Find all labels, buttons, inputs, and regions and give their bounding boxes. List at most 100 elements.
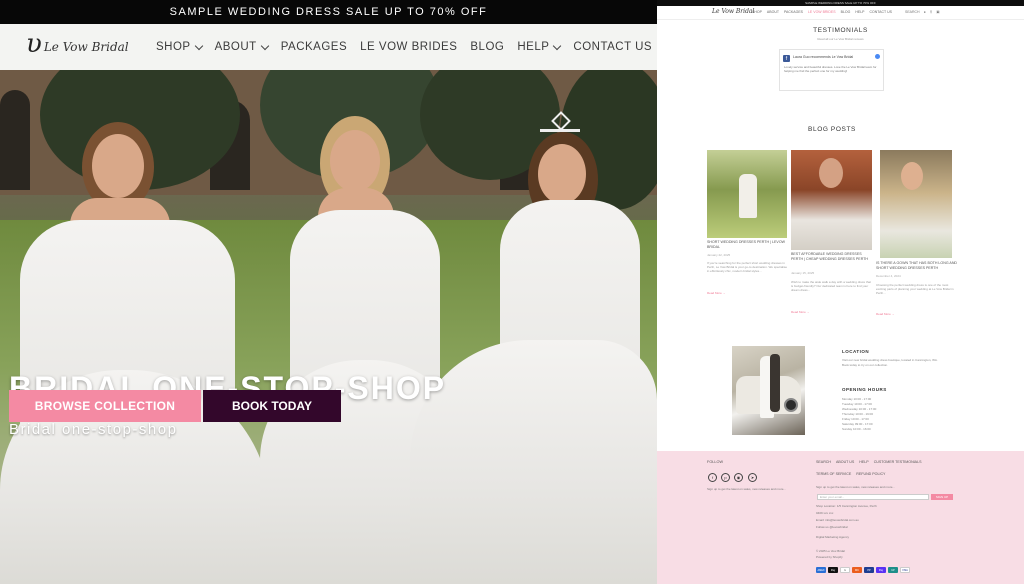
thumb-nav-item[interactable]: SHOP bbox=[752, 10, 762, 14]
email-field[interactable]: Enter your email... bbox=[817, 494, 929, 500]
email: Email: info@levowbridal.com.au bbox=[816, 518, 859, 522]
facebook-icon[interactable]: f bbox=[708, 473, 717, 482]
blog-post-title[interactable]: BEST AFFORDABLE WEDDING DRESSES PERTH | … bbox=[791, 252, 873, 262]
bride-skirt bbox=[410, 340, 657, 584]
thumb-nav-item[interactable]: CONTACT US bbox=[870, 10, 892, 14]
amex-icon: AMEX bbox=[816, 567, 826, 573]
thumb-nav-item[interactable]: PACKAGES bbox=[784, 10, 803, 14]
hours-line: Monday 10:00 - 17:00 bbox=[842, 397, 872, 401]
logo-text: Le Vow Bridal bbox=[43, 40, 129, 54]
browse-collection-button[interactable]: BROWSE COLLECTION bbox=[9, 390, 201, 422]
blog-post-title[interactable]: SHORT WEDDING DRESSES PERTH | LEVOW BRID… bbox=[707, 240, 787, 250]
couple-figure bbox=[770, 354, 780, 412]
thumb-header: Le Vow Bridal SHOP ABOUT PACKAGES LE VOW… bbox=[657, 6, 1024, 20]
main-page: SAMPLE WEDDING DRESS SALE UP TO 70% OFF … bbox=[0, 0, 657, 584]
nav-blog[interactable]: BLOG bbox=[470, 41, 504, 53]
follow-text: Follow us @levowbridal bbox=[816, 525, 848, 529]
follow-label: FOLLOW bbox=[707, 460, 724, 464]
footer-link[interactable]: CUSTOMER TESTIMONIALS bbox=[874, 460, 922, 464]
blog-read-more[interactable]: Read More → bbox=[791, 310, 810, 314]
footer-links: TERMS OF SERVICE REFUND POLICY bbox=[816, 472, 885, 476]
bride-face bbox=[538, 144, 586, 204]
blog-post-date: January 15, 2025 bbox=[791, 271, 815, 275]
main-nav: SHOP ABOUT PACKAGES LE VOW BRIDES BLOG H… bbox=[156, 24, 652, 70]
hours-line: Saturday 09:00 - 17:00 bbox=[842, 422, 873, 426]
search-icon[interactable]: ⚲ bbox=[930, 10, 933, 14]
thumb-search[interactable]: SEARCH bbox=[905, 10, 920, 14]
nav-packages[interactable]: PACKAGES bbox=[281, 41, 347, 53]
hours-line: Friday 10:00 - 17:00 bbox=[842, 417, 869, 421]
blog-post-date: January 22, 2025 bbox=[707, 253, 731, 257]
telegram-icon[interactable]: ➤ bbox=[748, 473, 757, 482]
thumb-nav-item[interactable]: HELP bbox=[855, 10, 864, 14]
blog-post-date: December 4, 2024 bbox=[876, 274, 901, 278]
blog-post-excerpt: If you're searching for the perfect shor… bbox=[707, 261, 787, 274]
tiara bbox=[540, 120, 580, 132]
review-name: Laura Guo recommends Le Vow Bridal bbox=[793, 55, 854, 59]
footer-link[interactable]: HELP bbox=[859, 460, 868, 464]
blog-read-more[interactable]: Read More → bbox=[707, 291, 726, 295]
hero-banner: BRIDAL ONE-STOP-SHOP Bridal one-stop-sho… bbox=[0, 70, 657, 584]
blog-read-more[interactable]: Read More → bbox=[876, 312, 895, 316]
cart-icon[interactable]: ▣ bbox=[936, 10, 939, 14]
nav-about[interactable]: ABOUT bbox=[214, 41, 269, 53]
hours-line: Thursday 10:00 - 19:00 bbox=[842, 412, 874, 416]
hours-line: Sunday 10:00 - 16:00 bbox=[842, 427, 871, 431]
account-icon[interactable]: ● bbox=[924, 10, 926, 14]
nav-about-label: ABOUT bbox=[214, 41, 257, 53]
shoppay-icon: Pay bbox=[876, 567, 886, 573]
footer-link[interactable]: SEARCH bbox=[816, 460, 831, 464]
pinterest-icon[interactable]: p bbox=[721, 473, 730, 482]
footer-link[interactable]: REFUND POLICY bbox=[856, 472, 885, 476]
applepay-icon: Pay bbox=[828, 567, 838, 573]
testimonials-heading: TESTIMONIALS bbox=[813, 27, 868, 34]
agency[interactable]: Digital Marketing Agency bbox=[816, 535, 849, 539]
thumb-footer: FOLLOW f p ◉ ➤ Sign up to get the latest… bbox=[657, 451, 1024, 584]
phone: 0409 xxx xxx bbox=[816, 511, 834, 515]
bride-face bbox=[819, 158, 843, 188]
copyright: © 2025 Le Vow Bridal bbox=[816, 549, 845, 553]
thumb-nav: SHOP ABOUT PACKAGES LE VOW BRIDES BLOG H… bbox=[752, 10, 892, 14]
facebook-icon: f bbox=[783, 55, 790, 62]
nav-shop-label: SHOP bbox=[156, 41, 191, 53]
verified-icon bbox=[875, 54, 880, 59]
hours-line: Tuesday 10:00 - 17:00 bbox=[842, 402, 872, 406]
nav-help-label: HELP bbox=[517, 41, 550, 53]
car-wheel bbox=[784, 398, 798, 412]
bride-figure bbox=[739, 174, 757, 218]
site-logo[interactable]: υ Le Vow Bridal bbox=[26, 31, 129, 57]
nav-contact[interactable]: CONTACT US bbox=[573, 41, 652, 53]
hours-line: Wednesday 10:00 - 17:00 bbox=[842, 407, 877, 411]
bride-face bbox=[92, 134, 144, 198]
nav-shop[interactable]: SHOP bbox=[156, 41, 203, 53]
footer-link[interactable]: TERMS OF SERVICE bbox=[816, 472, 851, 476]
footer-link[interactable]: ABOUT US bbox=[836, 460, 854, 464]
instagram-icon[interactable]: ◉ bbox=[734, 473, 743, 482]
nav-help[interactable]: HELP bbox=[517, 41, 562, 53]
logo-mark: υ bbox=[26, 29, 42, 59]
bride-face bbox=[901, 162, 923, 190]
location-text: Visit our new bridal wedding dress bouti… bbox=[842, 358, 938, 367]
blog-heading: BLOG POSTS bbox=[808, 126, 856, 133]
chevron-down-icon bbox=[194, 41, 203, 50]
thumb-nav-item[interactable]: LE VOW BRIDES bbox=[808, 10, 836, 14]
chevron-down-icon bbox=[553, 41, 562, 50]
archway bbox=[0, 90, 30, 190]
shop-location: Shop Location: 1/5 Cannington Avenue, Pe… bbox=[816, 504, 877, 508]
mastercard-icon: MC bbox=[852, 567, 862, 573]
nav-le-vow-brides[interactable]: LE VOW BRIDES bbox=[360, 41, 457, 53]
thumb-nav-item[interactable]: ABOUT bbox=[767, 10, 779, 14]
signup-button[interactable]: SIGN UP bbox=[931, 494, 953, 500]
hours-heading: OPENING HOURS bbox=[842, 387, 887, 392]
announcement-bar[interactable]: SAMPLE WEDDING DRESS SALE UP TO 70% OFF bbox=[0, 0, 657, 24]
powered-by: Powered by Shopify bbox=[816, 555, 843, 559]
thumb-nav-item[interactable]: BLOG bbox=[841, 10, 851, 14]
blog-post-title[interactable]: IS THERE A GOWN THAT HAS BOTH LONG AND S… bbox=[876, 261, 958, 271]
chevron-down-icon bbox=[260, 41, 269, 50]
footer-links: SEARCH ABOUT US HELP CUSTOMER TESTIMONIA… bbox=[816, 460, 921, 464]
visa-icon: VISA bbox=[900, 567, 910, 573]
book-today-button[interactable]: BOOK TODAY bbox=[203, 390, 341, 422]
newsletter-text: Sign up to get the latest on sales, new … bbox=[707, 487, 786, 491]
googlepay-icon: G bbox=[840, 567, 850, 573]
thumb-logo[interactable]: Le Vow Bridal bbox=[712, 8, 754, 15]
